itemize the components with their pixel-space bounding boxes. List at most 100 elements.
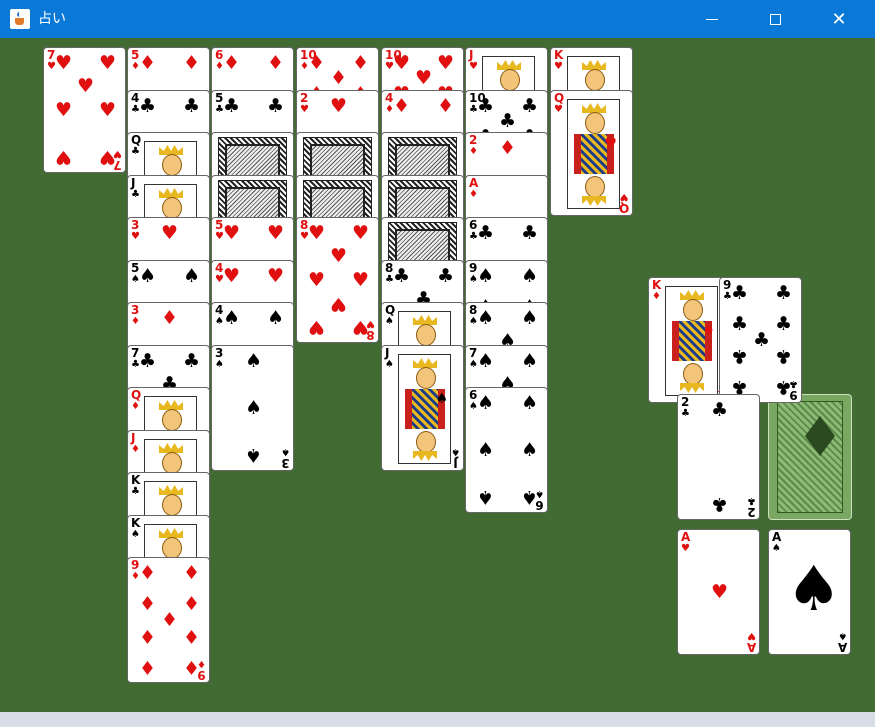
title-bar[interactable]: 占い ✕ — [0, 0, 875, 38]
spade-icon: ♠ — [476, 486, 495, 509]
heart-icon: ♥ — [469, 61, 478, 72]
card-jack-of-spades[interactable]: J ♠ ♠ J ♠ — [381, 345, 464, 471]
club-icon: ♣ — [520, 221, 539, 244]
heart-icon: ♥ — [329, 94, 348, 117]
club-icon: ♣ — [182, 94, 201, 117]
heart-icon: ♥ — [414, 67, 433, 90]
diamond-icon: ♦ — [138, 51, 157, 74]
heart-icon: ♥ — [98, 98, 117, 121]
club-icon: ♣ — [710, 398, 729, 421]
club-icon: ♣ — [774, 281, 793, 304]
spade-icon: ♠ — [520, 349, 539, 372]
card-pips: ♣ ♣ — [692, 400, 747, 515]
heart-icon: ♥ — [307, 316, 326, 339]
spade-icon: ♠ — [476, 438, 495, 461]
diamond-icon: ♦ — [182, 51, 201, 74]
spade-icon: ♠ — [476, 306, 495, 329]
club-icon: ♣ — [774, 345, 793, 368]
maximize-icon — [769, 13, 781, 25]
waste-two-clubs[interactable]: 2 ♣ ♣ ♣ 2 ♣ — [677, 394, 760, 520]
diamond-icon: ♦ — [131, 444, 140, 455]
spade-icon: ♠ — [520, 391, 539, 414]
reserve-nine-clubs[interactable]: 9 ♣ ♣ ♣ ♣ ♣ ♣ ♣ ♣ ♣ ♣ 9 ♣ — [719, 277, 802, 403]
diamond-icon: ♦ — [329, 67, 348, 90]
diamond-icon: ♦ — [138, 561, 157, 584]
club-icon: ♣ — [681, 408, 690, 419]
diamond-icon — [805, 416, 835, 456]
heart-icon: ♥ — [436, 51, 455, 74]
card-queen-of-hearts[interactable]: Q ♥ ♥ Q ♥ — [550, 90, 633, 216]
heart-icon: ♥ — [54, 51, 73, 74]
court-figure: ♦ — [665, 286, 718, 396]
foundation-ace-spades[interactable]: A ♠ ♠ A ♠ — [768, 529, 851, 655]
card-pips: ♥ ♥ ♥ ♥ ♥ ♥ ♥ ♥ — [308, 223, 369, 338]
card-pips: ♠ ♠ ♠ — [226, 351, 281, 466]
card-corner-bottom: A ♠ — [837, 630, 847, 654]
spade-icon: ♠ — [772, 543, 781, 554]
club-icon: ♣ — [138, 94, 157, 117]
club-icon: ♣ — [138, 349, 157, 372]
card-3-of-spades[interactable]: 3 ♠ ♠ ♠ ♠ 3 ♠ — [211, 345, 294, 471]
close-button[interactable]: ✕ — [816, 0, 862, 38]
heart-icon: ♥ — [131, 231, 140, 242]
diamond-icon: ♦ — [138, 656, 157, 679]
spade-icon: ♠ — [131, 529, 140, 540]
club-icon: ♣ — [730, 281, 749, 304]
club-icon: ♣ — [266, 94, 285, 117]
card-back-pattern — [777, 401, 843, 513]
diamond-icon: ♦ — [307, 51, 326, 74]
card-corner-bottom: 7 ♥ — [113, 148, 122, 172]
card-8-of-hearts[interactable]: 8 ♥ ♥ ♥ ♥ ♥ ♥ ♥ ♥ ♥ 8 ♥ — [296, 217, 379, 343]
diamond-icon: ♦ — [160, 608, 179, 631]
app-window: 占い ✕ 7♥♥♥♥♥♥♥♥7♥5♦♦♦♦♦♦5♦4♣♣♣♣♣4♣Q♣♣Q♣J♣… — [0, 0, 875, 727]
card-corner-bottom: Q ♥ — [618, 191, 629, 215]
card-corner-bottom: 3 ♠ — [281, 446, 290, 470]
heart-icon: ♥ — [681, 543, 690, 554]
heart-icon: ♥ — [329, 293, 348, 316]
heart-icon: ♥ — [351, 221, 370, 244]
close-icon: ✕ — [831, 8, 847, 30]
foundation-ace-hearts[interactable]: A ♥ ♥ A ♥ — [677, 529, 760, 655]
club-icon: ♣ — [131, 146, 140, 157]
card-corner-bottom: J ♠ — [451, 446, 460, 470]
club-icon: ♣ — [131, 486, 140, 497]
diamond-icon: ♦ — [436, 94, 455, 117]
diamond-icon: ♦ — [182, 561, 201, 584]
diamond-icon: ♦ — [392, 94, 411, 117]
heart-icon: ♥ — [54, 98, 73, 121]
diamond-icon: ♦ — [222, 51, 241, 74]
card-corner-bottom: 9 ♣ — [789, 378, 798, 402]
heart-icon: ♥ — [222, 221, 241, 244]
card-6-of-spades[interactable]: 6 ♠ ♠ ♠ ♠ ♠ ♠ ♠ 6 ♠ — [465, 387, 548, 513]
spade-icon: ♠ — [244, 444, 263, 467]
heart-icon: ♥ — [222, 264, 241, 287]
heart-icon: ♥ — [54, 146, 73, 169]
spade-icon: ♠ — [244, 396, 263, 419]
diamond-icon: ♦ — [652, 291, 661, 302]
heart-icon: ♥ — [160, 221, 179, 244]
heart-icon: ♥ — [266, 221, 285, 244]
diamond-icon: ♦ — [351, 51, 370, 74]
heart-icon: ♥ — [307, 221, 326, 244]
minimize-button[interactable] — [689, 0, 735, 38]
maximize-button[interactable] — [752, 0, 798, 38]
spade-icon: ♠ — [520, 264, 539, 287]
club-icon: ♣ — [476, 94, 495, 117]
club-icon: ♣ — [436, 264, 455, 287]
heart-icon: ♥ — [351, 268, 370, 291]
heart-icon: ♥ — [266, 264, 285, 287]
card-9-of-diamonds[interactable]: 9 ♦ ♦ ♦ ♦ ♦ ♦ ♦ ♦ ♦ ♦ 9 ♦ — [127, 557, 210, 683]
stock-pile[interactable] — [768, 394, 852, 520]
diamond-icon: ♦ — [266, 51, 285, 74]
heart-icon: ♥ — [98, 51, 117, 74]
card-7-of-hearts[interactable]: 7 ♥ ♥ ♥ ♥ ♥ ♥ ♥ ♥ 7 ♥ — [43, 47, 126, 173]
club-icon: ♣ — [520, 94, 539, 117]
card-corner-bottom: A ♥ — [746, 630, 756, 654]
card-corner-bottom: 9 ♦ — [197, 658, 206, 682]
window-title: 占い — [38, 11, 66, 27]
heart-icon: ♥ — [392, 51, 411, 74]
java-cup-icon — [10, 9, 30, 29]
spade-icon: ♠ — [476, 264, 495, 287]
card-pips: ♣ ♣ ♣ ♣ ♣ ♣ ♣ ♣ ♣ — [731, 283, 792, 398]
spade-icon: ♠ — [476, 349, 495, 372]
